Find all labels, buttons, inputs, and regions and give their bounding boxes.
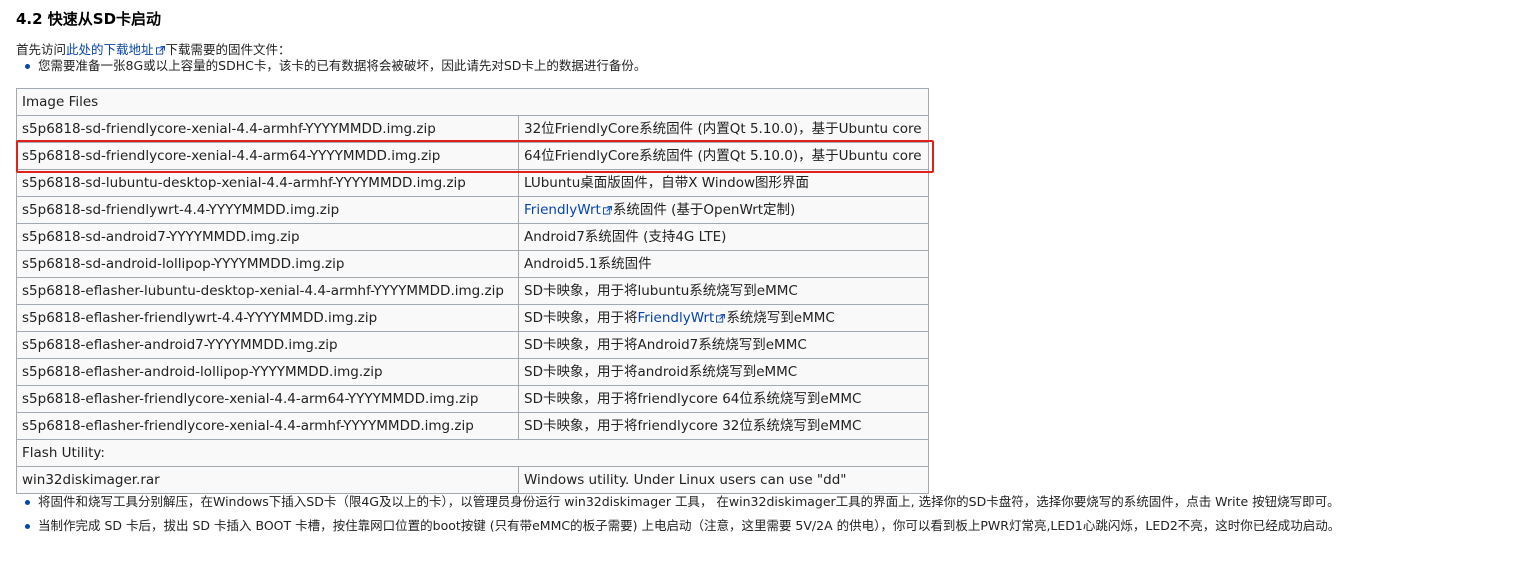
firmware-section: 4.2 快速从SD卡启动 首先访问此处的下载地址 下载需要的固件文件： 您需要准备…	[15, 6, 1496, 542]
list-item: 您需要准备一张8G或以上容量的SDHC卡，该卡的已有数据将会被破坏，因此请先对S…	[16, 58, 1496, 74]
description-text: 64位FriendlyCore系统固件 (内置Qt 5.10.0)，基于Ubun…	[524, 148, 922, 164]
intro-paragraph: 首先访问此处的下载地址 下载需要的固件文件：	[16, 42, 1496, 58]
image-file-name: s5p6818-eflasher-friendlycore-xenial-4.4…	[16, 412, 519, 440]
description-text: Android7系统固件 (支持4G LTE)	[524, 229, 727, 245]
image-file-name: s5p6818-sd-friendlycore-xenial-4.4-arm64…	[16, 142, 519, 170]
image-file-name: s5p6818-eflasher-friendlycore-xenial-4.4…	[16, 385, 519, 413]
external-link-icon	[602, 206, 612, 215]
description-text: 32位FriendlyCore系统固件 (内置Qt 5.10.0)，基于Ubun…	[524, 121, 922, 137]
description-text: Android5.1系统固件	[524, 256, 652, 272]
utility-file-name: win32diskimager.rar	[16, 466, 519, 494]
image-file-name: s5p6818-eflasher-android-lollipop-YYYYMM…	[16, 358, 519, 386]
friendlywrt-link[interactable]: FriendlyWrt	[524, 202, 601, 218]
table-row: s5p6818-eflasher-android7-YYYYMMDD.img.z…	[16, 331, 930, 359]
image-file-name: s5p6818-sd-friendlycore-xenial-4.4-armhf…	[16, 115, 519, 143]
image-file-description: SD卡映象，用于将FriendlyWrt 系统烧写到eMMC	[517, 304, 930, 332]
intro-prefix: 首先访问	[16, 42, 67, 57]
utility-file-description: Windows utility. Under Linux users can u…	[517, 466, 930, 494]
firmware-table: Image Files s5p6818-sd-friendlycore-xeni…	[15, 88, 930, 494]
image-file-name: s5p6818-eflasher-android7-YYYYMMDD.img.z…	[16, 331, 519, 359]
table-row: s5p6818-sd-lubuntu-desktop-xenial-4.4-ar…	[16, 169, 930, 197]
description-text: LUbuntu桌面版固件，自带X Window图形界面	[524, 175, 810, 191]
image-file-description: 64位FriendlyCore系统固件 (内置Qt 5.10.0)，基于Ubun…	[517, 142, 930, 170]
image-files-header: Image Files	[15, 88, 930, 116]
description-prefix: SD卡映象，用于将	[524, 310, 638, 326]
download-link[interactable]: 此处的下载地址	[66, 42, 154, 57]
section-title: 4.2 快速从SD卡启动	[16, 10, 162, 28]
image-file-description: SD卡映象，用于将Android7系统烧写到eMMC	[517, 331, 930, 359]
description-text: SD卡映象，用于将Android7系统烧写到eMMC	[524, 337, 807, 353]
description-text: SD卡映象，用于将lubuntu系统烧写到eMMC	[524, 283, 798, 299]
table-row: s5p6818-sd-friendlycore-xenial-4.4-arm64…	[16, 142, 930, 170]
list-item: 将固件和烧写工具分别解压，在Windows下插入SD卡（限4G及以上的卡），以管…	[16, 494, 1496, 510]
table-header-row: Image Files	[15, 88, 930, 116]
notes-top-list: 您需要准备一张8G或以上容量的SDHC卡，该卡的已有数据将会被破坏，因此请先对S…	[16, 58, 1496, 74]
image-file-description: SD卡映象，用于将friendlycore 64位系统烧写到eMMC	[517, 385, 930, 413]
image-file-description: SD卡映象，用于将lubuntu系统烧写到eMMC	[517, 277, 930, 305]
image-file-name: s5p6818-sd-lubuntu-desktop-xenial-4.4-ar…	[16, 169, 519, 197]
table-row: s5p6818-sd-friendlycore-xenial-4.4-armhf…	[16, 115, 930, 143]
table-row: s5p6818-eflasher-friendlycore-xenial-4.4…	[16, 385, 930, 413]
description-text: 系统烧写到eMMC	[726, 310, 835, 326]
intro-suffix: 下载需要的固件文件：	[165, 42, 291, 57]
external-link-icon	[716, 314, 726, 323]
table-row: s5p6818-eflasher-android-lollipop-YYYYMM…	[16, 358, 930, 386]
friendlywrt-link[interactable]: FriendlyWrt	[637, 310, 714, 326]
image-file-name: s5p6818-sd-android7-YYYYMMDD.img.zip	[16, 223, 519, 251]
image-file-description: 32位FriendlyCore系统固件 (内置Qt 5.10.0)，基于Ubun…	[517, 115, 930, 143]
image-file-description: SD卡映象，用于将friendlycore 32位系统烧写到eMMC	[517, 412, 930, 440]
table-row: win32diskimager.rar Windows utility. Unde…	[16, 466, 930, 494]
image-file-name: s5p6818-eflasher-lubuntu-desktop-xenial-…	[16, 277, 519, 305]
image-file-description: Android5.1系统固件	[517, 250, 930, 278]
image-file-description: SD卡映象，用于将android系统烧写到eMMC	[517, 358, 930, 386]
image-file-name: s5p6818-sd-android-lollipop-YYYYMMDD.img…	[16, 250, 519, 278]
flash-utility-header: Flash Utility:	[15, 439, 930, 467]
description-text: 系统固件 (基于OpenWrt定制)	[612, 202, 796, 218]
image-file-description: Android7系统固件 (支持4G LTE)	[517, 223, 930, 251]
table-row: s5p6818-sd-android-lollipop-YYYYMMDD.img…	[16, 250, 930, 278]
table-row: s5p6818-sd-android7-YYYYMMDD.img.zip Andr…	[16, 223, 930, 251]
image-file-name: s5p6818-eflasher-friendlywrt-4.4-YYYYMMD…	[16, 304, 519, 332]
external-link-icon	[155, 46, 165, 55]
description-text: SD卡映象，用于将android系统烧写到eMMC	[524, 364, 798, 380]
table-header-row: Flash Utility:	[15, 439, 930, 467]
image-file-description: FriendlyWrt 系统固件 (基于OpenWrt定制)	[517, 196, 930, 224]
notes-bottom-list: 将固件和烧写工具分别解压，在Windows下插入SD卡（限4G及以上的卡），以管…	[16, 494, 1496, 534]
table-row: s5p6818-eflasher-friendlywrt-4.4-YYYYMMD…	[16, 304, 930, 332]
table-row: s5p6818-sd-friendlywrt-4.4-YYYYMMDD.img.…	[16, 196, 930, 224]
table-row: s5p6818-eflasher-friendlycore-xenial-4.4…	[16, 412, 930, 440]
image-file-description: LUbuntu桌面版固件，自带X Window图形界面	[517, 169, 930, 197]
list-item: 当制作完成 SD 卡后，拔出 SD 卡插入 BOOT 卡槽，按住靠网口位置的bo…	[16, 518, 1496, 534]
image-file-name: s5p6818-sd-friendlywrt-4.4-YYYYMMDD.img.…	[16, 196, 519, 224]
table-row: s5p6818-eflasher-lubuntu-desktop-xenial-…	[16, 277, 930, 305]
description-text: SD卡映象，用于将friendlycore 64位系统烧写到eMMC	[524, 391, 862, 407]
description-text: SD卡映象，用于将friendlycore 32位系统烧写到eMMC	[524, 418, 862, 434]
